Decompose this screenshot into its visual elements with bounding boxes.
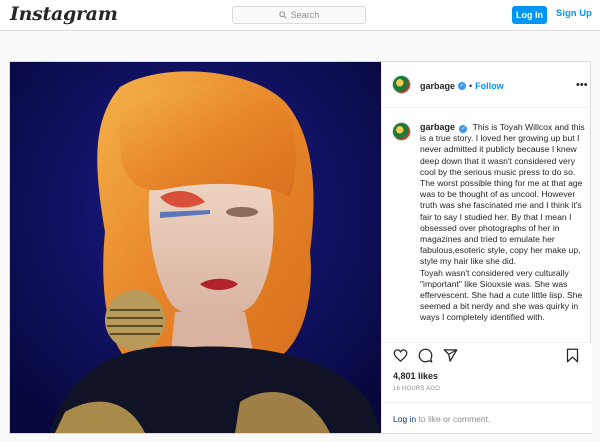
verified-badge-icon: ✓ xyxy=(458,82,467,90)
follow-button[interactable]: Follow xyxy=(475,81,504,91)
avatar[interactable] xyxy=(392,75,411,94)
search-placeholder: Search xyxy=(290,10,320,20)
post-photo[interactable] xyxy=(10,62,381,433)
login-button[interactable]: Log In xyxy=(512,6,547,24)
login-link[interactable]: Log in xyxy=(393,414,416,424)
comment-icon[interactable] xyxy=(418,348,433,363)
login-suffix: to like or comment. xyxy=(416,414,491,424)
search-icon xyxy=(279,11,287,19)
signup-link[interactable]: Sign Up xyxy=(556,8,592,19)
post-timestamp: 16 HOURS AGO xyxy=(393,386,441,392)
post-header: garbage ✓ • Follow ••• xyxy=(382,62,592,108)
login-to-comment: Log in to like or comment. xyxy=(382,402,592,434)
caption-avatar[interactable] xyxy=(392,122,411,141)
likes-count[interactable]: 4,801 likes xyxy=(393,371,438,381)
bookmark-icon xyxy=(566,348,579,363)
heart-icon[interactable] xyxy=(393,348,408,363)
post-sidebar: garbage ✓ • Follow ••• garbage ✓ This is… xyxy=(381,62,592,433)
post-actions: 4,801 likes 16 HOURS AGO Log in to like … xyxy=(382,342,592,433)
portrait-image xyxy=(10,62,381,433)
search-box[interactable]: Search xyxy=(232,6,366,24)
username-link[interactable]: garbage xyxy=(420,81,455,91)
instagram-logo[interactable]: Instagram xyxy=(10,3,118,25)
post-card: garbage ✓ • Follow ••• garbage ✓ This is… xyxy=(9,61,592,434)
caption-text: This is Toyah Willcox and this is a true… xyxy=(420,122,585,323)
share-icon[interactable] xyxy=(443,348,458,363)
caption-username[interactable]: garbage xyxy=(420,122,455,132)
verified-badge-icon: ✓ xyxy=(459,125,468,133)
more-options-icon[interactable]: ••• xyxy=(576,79,588,91)
action-icons xyxy=(393,348,458,363)
post-author: garbage ✓ • Follow xyxy=(420,81,504,91)
separator: • xyxy=(469,81,473,91)
top-navigation-bar: Instagram Search Log In Sign Up xyxy=(0,0,600,31)
save-button[interactable] xyxy=(565,348,580,368)
